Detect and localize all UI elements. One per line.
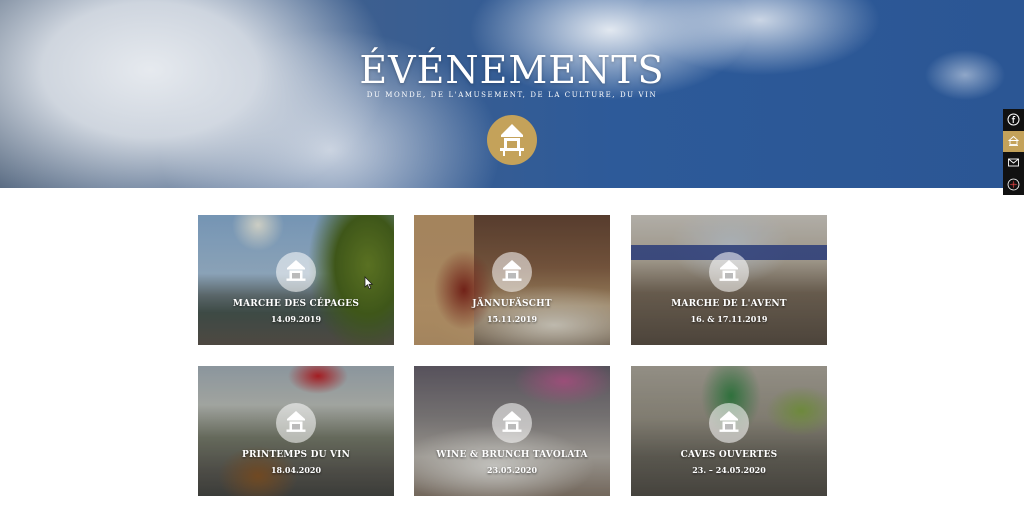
mouse-pointer-icon [364,276,374,290]
pavilion-icon [709,403,749,443]
event-card[interactable]: CAVES OUVERTES 23. – 24.05.2020 [631,366,827,496]
event-title: MARCHE DE L'AVENT [671,299,787,309]
event-title: JÄNNUFÄSCHT [472,299,552,309]
event-date: 14.09.2019 [270,314,322,324]
event-date: 15.11.2019 [486,314,538,324]
event-card[interactable]: WINE & BRUNCH TAVOLATA 23.05.2020 [414,366,610,496]
event-title: PRINTEMPS DU VIN [241,450,350,460]
event-title: MARCHE DES CÉPAGES [232,299,360,309]
event-card[interactable]: PRINTEMPS DU VIN 18.04.2020 [198,366,394,496]
event-date: 23.05.2020 [486,465,538,475]
pavilion-icon [492,252,532,292]
event-title: CAVES OUVERTES [680,450,778,460]
event-date: 18.04.2020 [270,465,322,475]
pavilion-icon [276,252,316,292]
event-date: 16. & 17.11.2019 [690,314,768,324]
pavilion-icon [492,403,532,443]
event-date: 23. – 24.05.2020 [692,465,766,475]
event-card[interactable]: MARCHE DE L'AVENT 16. & 17.11.2019 [631,215,827,345]
event-card[interactable]: JÄNNUFÄSCHT 15.11.2019 [414,215,610,345]
pavilion-icon [709,252,749,292]
pavilion-icon [276,403,316,443]
events-grid: MARCHE DES CÉPAGES 14.09.2019 JÄNNUFÄSCH… [0,0,1024,523]
event-title: WINE & BRUNCH TAVOLATA [436,450,588,460]
